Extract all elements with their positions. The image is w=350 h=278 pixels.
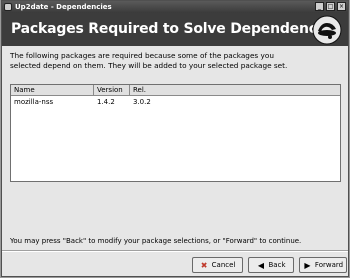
cell-rel: 3.0.2: [133, 98, 151, 106]
navigation-hint: You may press "Back" to modify your pack…: [10, 237, 302, 245]
cancel-button[interactable]: ✖ Cancel: [192, 257, 243, 273]
maximize-button[interactable]: □: [326, 2, 335, 11]
window-controls: _ □ ×: [315, 2, 346, 11]
button-separator: [2, 250, 348, 252]
cancel-icon: ✖: [200, 260, 208, 270]
description-line-1: The following packages are required beca…: [10, 51, 274, 60]
column-header-rel[interactable]: Rel.: [130, 85, 340, 95]
back-arrow-icon: ◀: [257, 260, 265, 270]
packages-table[interactable]: Name Version Rel. mozilla-nss 1.4.2 3.0.…: [10, 84, 341, 182]
forward-button[interactable]: ▶ Forward: [299, 257, 347, 273]
window-title: Up2date - Dependencies: [15, 3, 112, 11]
window-menu-icon[interactable]: [4, 3, 12, 11]
description-line-2: selected depend on them. They will be ad…: [10, 61, 288, 70]
cell-name: mozilla-nss: [14, 98, 54, 106]
forward-label: Forward: [314, 261, 344, 269]
table-row[interactable]: mozilla-nss 1.4.2 3.0.2: [11, 97, 340, 107]
back-button[interactable]: ◀ Back: [248, 257, 294, 273]
column-header-version[interactable]: Version: [94, 85, 130, 95]
cancel-label: Cancel: [211, 261, 236, 269]
cell-version: 1.4.2: [97, 98, 115, 106]
column-header-name[interactable]: Name: [11, 85, 94, 95]
header-banner: Packages Required to Solve Dependencies: [2, 13, 348, 46]
minimize-button[interactable]: _: [315, 2, 324, 11]
back-label: Back: [268, 261, 286, 269]
window-titlebar[interactable]: Up2date - Dependencies _ □ ×: [2, 1, 348, 13]
table-header: Name Version Rel.: [11, 85, 340, 96]
close-button[interactable]: ×: [337, 2, 346, 11]
dependencies-dialog: Up2date - Dependencies _ □ × Packages Re…: [1, 0, 349, 277]
forward-arrow-icon: ▶: [304, 260, 311, 270]
description-text: The following packages are required beca…: [10, 51, 330, 71]
page-title: Packages Required to Solve Dependencies: [11, 21, 339, 37]
redhat-shadowman-icon: [312, 15, 342, 45]
